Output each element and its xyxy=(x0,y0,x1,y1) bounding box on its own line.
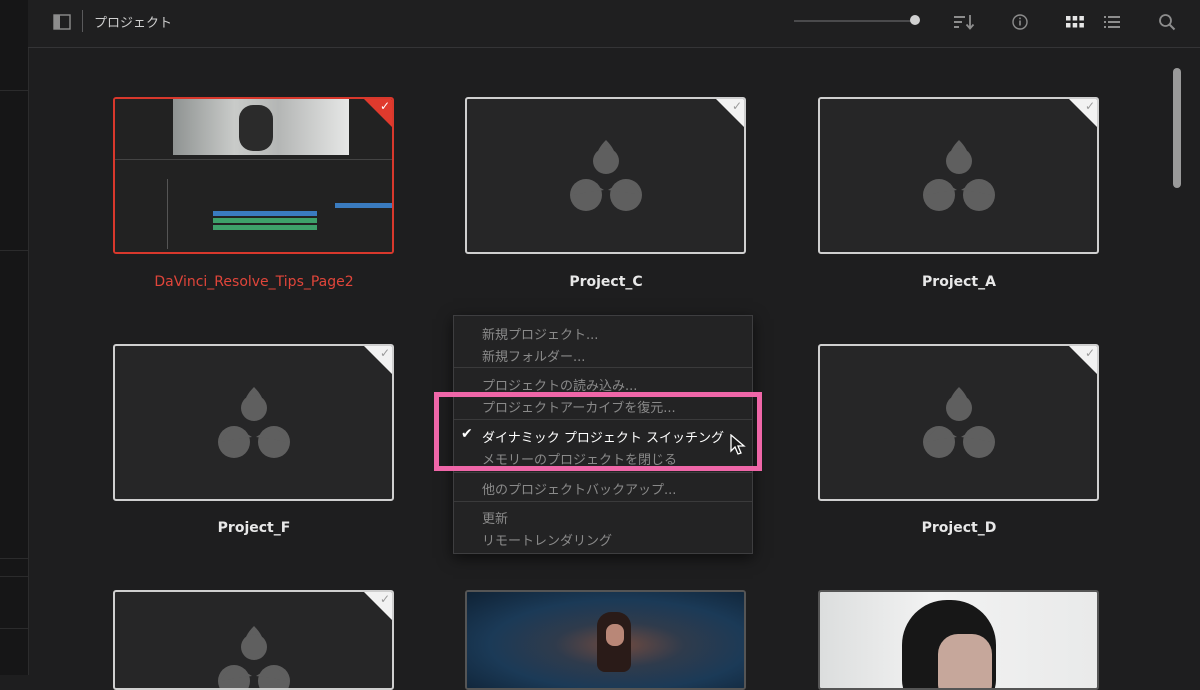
project-thumbnail xyxy=(115,99,392,252)
menu-item-new-folder[interactable]: 新規フォルダー... xyxy=(482,346,585,365)
sort-icon[interactable] xyxy=(952,11,976,33)
checkmark-icon: ✓ xyxy=(1084,346,1095,360)
menu-separator xyxy=(454,472,752,473)
checkmark-icon: ✓ xyxy=(379,99,390,113)
panel-toggle-icon[interactable] xyxy=(50,11,74,33)
mouse-cursor-icon xyxy=(730,434,746,455)
davinci-resolve-logo-icon xyxy=(922,386,995,458)
page-title: プロジェクト xyxy=(94,16,173,31)
list-view-icon[interactable] xyxy=(1100,11,1124,33)
project-name[interactable]: DaVinci_Resolve_Tips_Page2 xyxy=(104,274,404,290)
project-tile[interactable]: ✓ xyxy=(465,97,746,254)
grid-view-icon[interactable] xyxy=(1063,11,1087,33)
zoom-slider[interactable] xyxy=(794,20,912,22)
project-manager-header: プロジェクト xyxy=(28,0,1200,48)
project-thumbnail xyxy=(820,592,1097,688)
project-name[interactable]: Project_A xyxy=(809,274,1109,290)
left-edge-line xyxy=(0,628,28,629)
project-tile[interactable] xyxy=(465,590,746,690)
menu-item-new-project[interactable]: 新規プロジェクト... xyxy=(482,324,598,343)
checkmark-icon: ✓ xyxy=(731,99,742,113)
checkmark-icon: ✓ xyxy=(1084,99,1095,113)
project-tile[interactable]: ✓ xyxy=(113,590,394,690)
header-divider xyxy=(82,10,83,32)
menu-separator xyxy=(454,501,752,502)
project-name[interactable]: Project_C xyxy=(456,274,756,290)
davinci-resolve-logo-icon xyxy=(569,139,642,211)
left-edge-line xyxy=(0,90,28,91)
davinci-resolve-logo-icon xyxy=(922,139,995,211)
left-edge-line xyxy=(0,558,28,559)
project-name[interactable]: Project_F xyxy=(104,520,404,536)
search-icon[interactable] xyxy=(1155,11,1179,33)
info-icon[interactable] xyxy=(1008,11,1032,33)
project-thumbnail xyxy=(467,592,744,688)
zoom-slider-handle[interactable] xyxy=(910,15,920,25)
menu-separator xyxy=(454,367,752,368)
davinci-resolve-logo-icon xyxy=(217,386,290,458)
project-name[interactable]: Project_D xyxy=(809,520,1109,536)
project-tile[interactable]: ✓ xyxy=(818,344,1099,501)
highlight-annotation-frame xyxy=(434,392,762,471)
davinci-resolve-logo-icon xyxy=(217,626,290,688)
project-tile[interactable]: ✓ xyxy=(113,97,394,254)
checkmark-icon: ✓ xyxy=(379,346,390,360)
project-tile[interactable]: ✓ xyxy=(113,344,394,501)
vertical-scrollbar[interactable] xyxy=(1173,68,1181,188)
left-edge-line xyxy=(0,250,28,251)
project-tile[interactable]: ✓ xyxy=(818,97,1099,254)
checkmark-icon: ✓ xyxy=(379,592,390,606)
menu-item-other-project-backups[interactable]: 他のプロジェクトバックアップ... xyxy=(482,479,676,498)
menu-item-remote-rendering[interactable]: リモートレンダリング xyxy=(482,530,612,549)
left-edge-panel xyxy=(0,0,29,675)
left-edge-line xyxy=(0,576,28,577)
menu-item-refresh[interactable]: 更新 xyxy=(482,508,508,527)
project-tile[interactable] xyxy=(818,590,1099,690)
